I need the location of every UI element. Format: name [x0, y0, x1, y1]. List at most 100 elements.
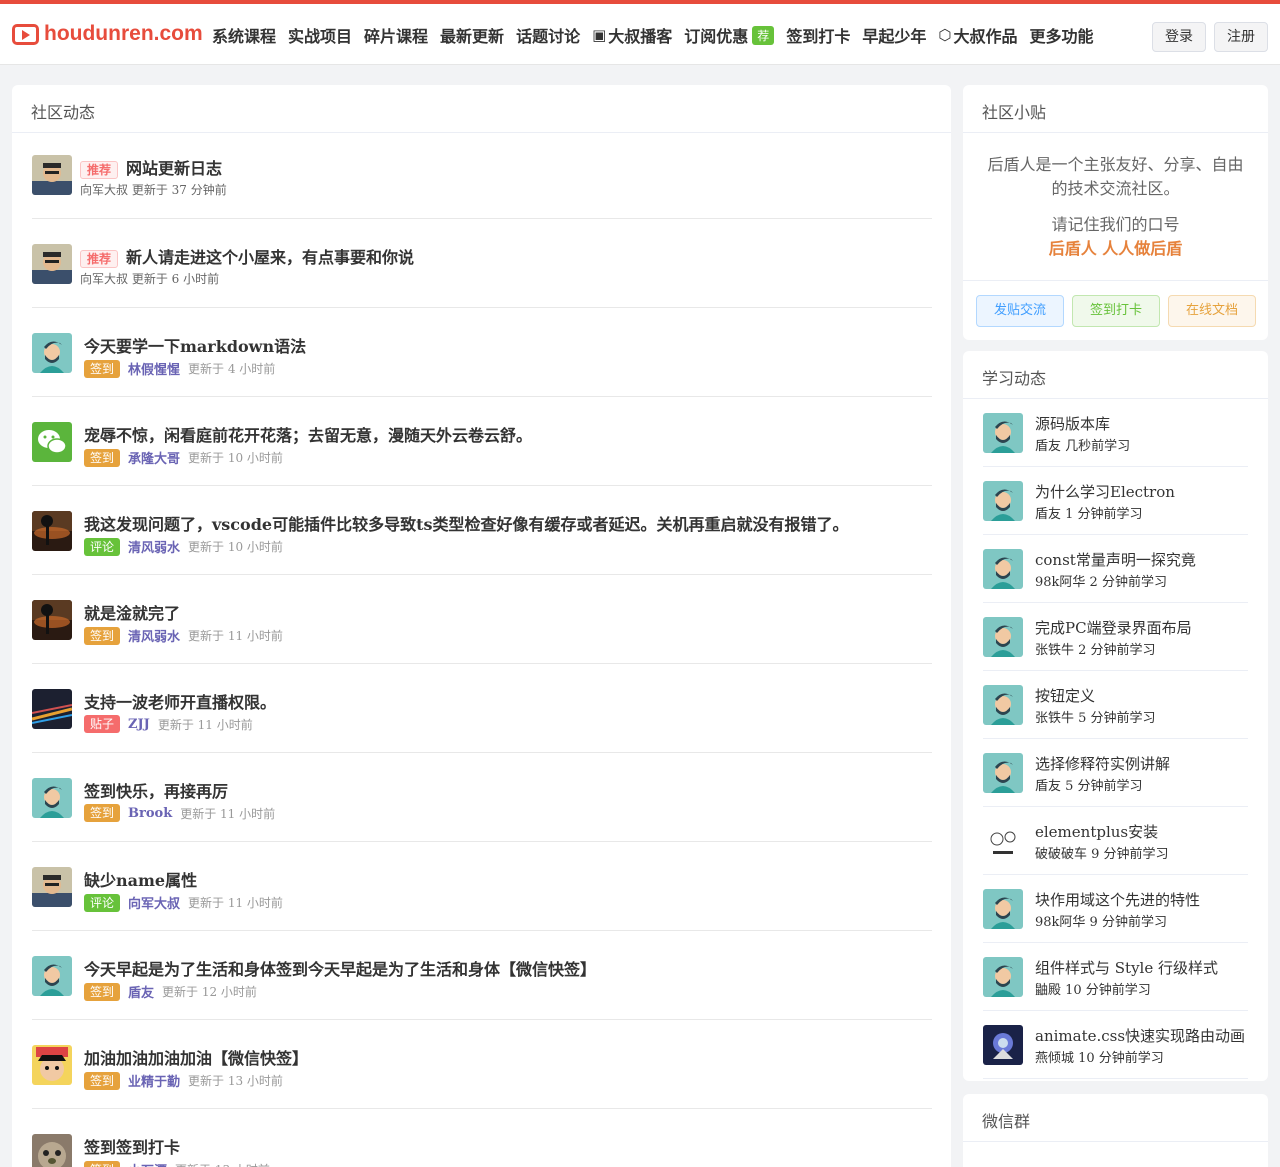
nav-item-9[interactable]: ⬡ 大叔作品 — [938, 23, 1017, 47]
feed-item[interactable]: 我这发现问题了，vscode可能插件比较多导致ts类型检查好像有缓存或者延迟。关… — [32, 511, 932, 575]
register-button[interactable]: 注册 — [1214, 22, 1268, 52]
author-link[interactable]: ZJJ — [128, 717, 150, 732]
nav-item-6[interactable]: 订阅优惠荐 — [684, 23, 775, 47]
nav-item-label: 碎片课程 — [364, 27, 429, 46]
learning-item[interactable]: 为什么学习Electron 盾友 1 分钟前学习 — [983, 467, 1248, 535]
learning-item-title[interactable]: 完成PC端登录界面布局 — [1035, 617, 1192, 638]
nav-item-4[interactable]: 话题讨论 — [516, 23, 580, 47]
avatar[interactable] — [32, 244, 72, 284]
feed-item[interactable]: 就是淦就完了 签到 清风弱水 更新于 11 小时前 — [32, 600, 932, 664]
avatar[interactable] — [32, 689, 72, 729]
learning-item[interactable]: 按钮定义 张铁牛 5 分钟前学习 — [983, 671, 1248, 739]
learning-item-title[interactable]: 为什么学习Electron — [1035, 481, 1175, 502]
feed-item-title[interactable]: 支持一波老师开直播权限。 — [84, 689, 276, 713]
avatar[interactable] — [983, 753, 1023, 793]
post-button[interactable]: 发贴交流 — [976, 295, 1064, 327]
avatar[interactable] — [32, 867, 72, 907]
feed-item-title[interactable]: 今天要学一下markdown语法 — [84, 333, 306, 357]
avatar[interactable] — [32, 155, 72, 195]
nav-item-1[interactable]: 实战项目 — [288, 23, 352, 47]
avatar[interactable] — [32, 778, 72, 818]
feed-item[interactable]: 宠辱不惊，闲看庭前花开花落；去留无意，漫随天外云卷云舒。 签到 承隆大哥 更新于 10… — [32, 422, 932, 486]
avatar[interactable] — [32, 600, 72, 640]
avatar[interactable] — [32, 422, 72, 462]
avatar[interactable] — [983, 617, 1023, 657]
recommend-tag: 推荐 — [80, 161, 119, 179]
author-link[interactable]: 清风弱水 — [128, 626, 180, 645]
learning-item-title[interactable]: 按钮定义 — [1035, 685, 1095, 706]
avatar[interactable] — [32, 511, 72, 551]
category-tag: 签到 — [84, 982, 121, 1001]
author-link[interactable]: 清风弱水 — [128, 537, 180, 556]
feed-item[interactable]: 今天要学一下markdown语法 签到 林假惺惺 更新于 4 小时前 — [32, 333, 932, 397]
learning-item[interactable]: animate.css快速实现路由动画 燕倾城 10 分钟前学习 — [983, 1011, 1248, 1079]
feed-item[interactable]: 签到快乐，再接再厉 签到 Brook 更新于 11 小时前 — [32, 778, 932, 842]
learning-item-title[interactable]: 源码版本库 — [1035, 413, 1110, 434]
avatar[interactable] — [32, 956, 72, 996]
recommend-tag: 推荐 — [80, 250, 119, 268]
feed-item-title[interactable]: 加油加油加油加油【微信快签】 — [84, 1045, 308, 1069]
avatar[interactable] — [983, 889, 1023, 929]
avatar[interactable] — [983, 685, 1023, 725]
avatar[interactable] — [32, 333, 72, 373]
login-button[interactable]: 登录 — [1152, 22, 1206, 52]
nav-item-8[interactable]: 早起少年 — [862, 23, 926, 47]
feed-item-title[interactable]: 签到快乐，再接再厉 — [84, 778, 228, 802]
feed-item-title[interactable]: 我这发现问题了，vscode可能插件比较多导致ts类型检查好像有缓存或者延迟。关… — [84, 511, 849, 535]
feed-item[interactable]: 推荐 网站更新日志 向军大叔 更新于 37 分钟前 — [32, 155, 932, 219]
feed-item-title[interactable]: 宠辱不惊，闲看庭前花开花落；去留无意，漫随天外云卷云舒。 — [84, 422, 532, 446]
avatar[interactable] — [983, 821, 1023, 861]
feed-item[interactable]: 加油加油加油加油【微信快签】 签到 业精于勤 更新于 13 小时前 — [32, 1045, 932, 1109]
author-link[interactable]: 小石潭 — [128, 1160, 167, 1167]
feed-item[interactable]: 支持一波老师开直播权限。 贴子 ZJJ 更新于 11 小时前 — [32, 689, 932, 753]
learning-item-title[interactable]: 块作用域这个先进的特性 — [1035, 889, 1200, 910]
learning-item[interactable]: 块作用域这个先进的特性 98k阿华 9 分钟前学习 — [983, 875, 1248, 943]
avatar[interactable] — [983, 957, 1023, 997]
learning-item[interactable]: elementplus安装 破破破车 9 分钟前学习 — [983, 807, 1248, 875]
nav-item-label: 订阅优惠 — [684, 27, 749, 46]
feed-item-title[interactable]: 今天早起是为了生活和身体签到今天早起是为了生活和身体【微信快签】 — [84, 956, 596, 980]
learning-item[interactable]: 组件样式与 Style 行级样式 鼬殿 10 分钟前学习 — [983, 943, 1248, 1011]
feed-item-title[interactable]: 签到签到打卡 — [84, 1134, 180, 1158]
avatar[interactable] — [983, 1025, 1023, 1065]
nav-item-0[interactable]: 系统课程 — [212, 23, 276, 47]
nav-item-5[interactable]: ▣ 大叔播客 — [592, 23, 672, 47]
author-link[interactable]: 林假惺惺 — [128, 359, 180, 378]
learning-item[interactable]: 源码版本库 盾友 几秒前学习 — [983, 399, 1248, 467]
nav-item-10[interactable]: 更多功能 — [1029, 23, 1093, 47]
learning-item-title[interactable]: elementplus安装 — [1035, 821, 1158, 842]
update-time: 更新于 11 小时前 — [157, 717, 253, 732]
feed-item[interactable]: 缺少name属性 评论 向军大叔 更新于 11 小时前 — [32, 867, 932, 931]
learning-item-title[interactable]: animate.css快速实现路由动画 — [1035, 1025, 1245, 1046]
nav-item-3[interactable]: 最新更新 — [440, 23, 504, 47]
feed-item[interactable]: 签到签到打卡签到小石潭 更新于 13 小时前 — [32, 1134, 932, 1167]
avatar[interactable] — [32, 1134, 72, 1167]
author-link[interactable]: 盾友 — [128, 982, 154, 1001]
feed-item[interactable]: 推荐 新人请走进这个小屋来，有点事要和你说 向军大叔 更新于 6 小时前 — [32, 244, 932, 308]
feed-item-title[interactable]: 网站更新日志 — [126, 159, 222, 178]
feed-item-title[interactable]: 新人请走进这个小屋来，有点事要和你说 — [126, 248, 414, 267]
nav-item-2[interactable]: 碎片课程 — [364, 23, 428, 47]
avatar[interactable] — [32, 1045, 72, 1085]
checkin-button[interactable]: 签到打卡 — [1072, 295, 1160, 327]
site-logo[interactable]: houdunren.com — [12, 22, 203, 46]
author-link[interactable]: Brook — [128, 806, 172, 821]
learning-item-title[interactable]: 选择修释符实例讲解 — [1035, 753, 1170, 774]
feed-item-title[interactable]: 就是淦就完了 — [84, 600, 180, 624]
learning-item[interactable]: 完成PC端登录界面布局 张铁牛 2 分钟前学习 — [983, 603, 1248, 671]
author-link[interactable]: 承隆大哥 — [128, 448, 180, 467]
learning-item[interactable]: 选择修释符实例讲解 盾友 5 分钟前学习 — [983, 739, 1248, 807]
learning-item-title[interactable]: const常量声明一探究竟 — [1035, 549, 1196, 570]
nav-item-7[interactable]: 签到打卡 — [786, 23, 850, 47]
learning-item-title[interactable]: 组件样式与 Style 行级样式 — [1035, 957, 1218, 978]
docs-button[interactable]: 在线文档 — [1168, 295, 1256, 327]
author-link[interactable]: 向军大叔 — [128, 893, 180, 912]
logo-text: houdunren.com — [44, 22, 203, 45]
feed-item-title[interactable]: 缺少name属性 — [84, 867, 197, 891]
learning-item[interactable]: const常量声明一探究竟 98k阿华 2 分钟前学习 — [983, 535, 1248, 603]
avatar[interactable] — [983, 549, 1023, 589]
avatar[interactable] — [983, 413, 1023, 453]
avatar[interactable] — [983, 481, 1023, 521]
feed-item[interactable]: 今天早起是为了生活和身体签到今天早起是为了生活和身体【微信快签】 签到 盾友 更新于 … — [32, 956, 932, 1020]
author-link[interactable]: 业精于勤 — [128, 1071, 180, 1090]
